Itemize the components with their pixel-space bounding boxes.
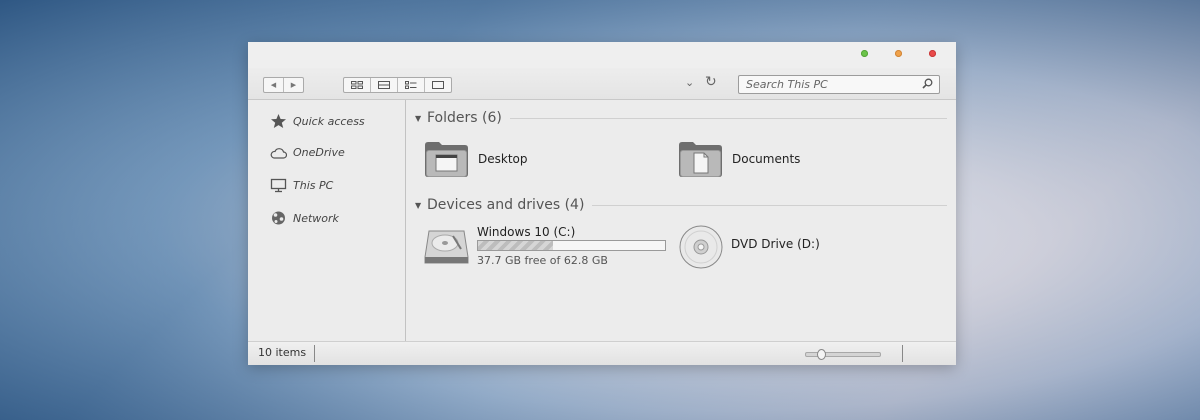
sidebar-item-label: Network <box>293 211 339 225</box>
search-icon[interactable] <box>922 78 933 89</box>
folder-label: Documents <box>732 152 801 166</box>
sidebar-item-label: OneDrive <box>293 146 345 159</box>
status-separator <box>314 345 315 362</box>
drive-usage-fill <box>478 241 553 250</box>
toolbar: ◀ ▶ ⌄ ↻ <box>248 68 956 100</box>
drive-usage-bar <box>477 240 666 251</box>
status-separator <box>902 345 903 362</box>
star-icon <box>271 114 286 128</box>
documents-folder-icon <box>679 142 722 177</box>
drive-dvd-d[interactable]: DVD Drive (D:) <box>677 225 877 270</box>
divider <box>592 204 947 206</box>
sidebar-item-label: This PC <box>293 179 334 192</box>
list-icon <box>378 81 390 89</box>
forward-button[interactable]: ▶ <box>284 78 303 92</box>
group-title: Devices and drives (4) <box>427 197 585 213</box>
sidebar-item-quick-access[interactable]: Quick access <box>270 113 365 129</box>
search-box <box>738 75 940 94</box>
folder-desktop[interactable]: Desktop <box>423 140 528 178</box>
close-button[interactable] <box>929 50 936 57</box>
large-icons-icon <box>351 81 363 89</box>
folders-group-header[interactable]: ▼ Folders (6) <box>415 110 947 126</box>
explorer-window: ◀ ▶ ⌄ ↻ Quick access <box>248 42 956 365</box>
zoom-slider-thumb[interactable] <box>816 349 826 360</box>
content-pane: ▼ Folders (6) Desktop Documents ▼ Device… <box>406 100 956 341</box>
monitor-icon <box>270 178 287 193</box>
tiles-icon <box>432 81 444 89</box>
view-mode-buttons <box>343 77 452 93</box>
status-bar: 10 items <box>248 341 956 365</box>
navigation-pane: Quick access OneDrive This PC Network <box>248 100 406 341</box>
details-view-button[interactable] <box>398 78 425 92</box>
collapse-icon[interactable]: ▼ <box>415 114 427 123</box>
history-dropdown-icon[interactable]: ⌄ <box>685 76 694 89</box>
sidebar-item-onedrive[interactable]: OneDrive <box>270 146 345 159</box>
divider <box>509 117 947 119</box>
devices-group-header[interactable]: ▼ Devices and drives (4) <box>415 197 947 213</box>
cloud-icon <box>270 147 287 159</box>
minimize-button[interactable] <box>861 50 868 57</box>
refresh-icon[interactable]: ↻ <box>705 74 717 90</box>
folder-documents[interactable]: Documents <box>677 140 800 178</box>
sidebar-item-network[interactable]: Network <box>270 210 339 226</box>
drive-label: Windows 10 (C:) <box>477 225 576 239</box>
search-input[interactable] <box>746 77 916 91</box>
zoom-slider[interactable] <box>805 349 881 360</box>
item-count: 10 items <box>258 346 307 359</box>
network-icon <box>272 211 285 225</box>
details-icon <box>405 81 417 89</box>
tiles-view-button[interactable] <box>425 78 451 92</box>
sidebar-item-this-pc[interactable]: This PC <box>270 178 333 193</box>
list-view-button[interactable] <box>371 78 398 92</box>
maximize-button[interactable] <box>895 50 902 57</box>
desktop-folder-icon <box>425 142 468 177</box>
title-bar <box>248 42 956 68</box>
dvd-icon <box>679 225 723 269</box>
navigation-buttons: ◀ ▶ <box>263 77 304 93</box>
collapse-icon[interactable]: ▼ <box>415 201 427 210</box>
group-title: Folders (6) <box>427 110 502 126</box>
back-button[interactable]: ◀ <box>264 78 284 92</box>
large-icons-view-button[interactable] <box>344 78 371 92</box>
sidebar-item-label: Quick access <box>293 114 365 128</box>
drive-free-space: 37.7 GB free of 62.8 GB <box>477 254 608 267</box>
drive-label: DVD Drive (D:) <box>731 237 820 251</box>
hard-drive-icon <box>424 230 469 264</box>
drive-windows-c[interactable]: Windows 10 (C:) 37.7 GB free of 62.8 GB <box>423 225 668 270</box>
folder-label: Desktop <box>478 152 528 166</box>
